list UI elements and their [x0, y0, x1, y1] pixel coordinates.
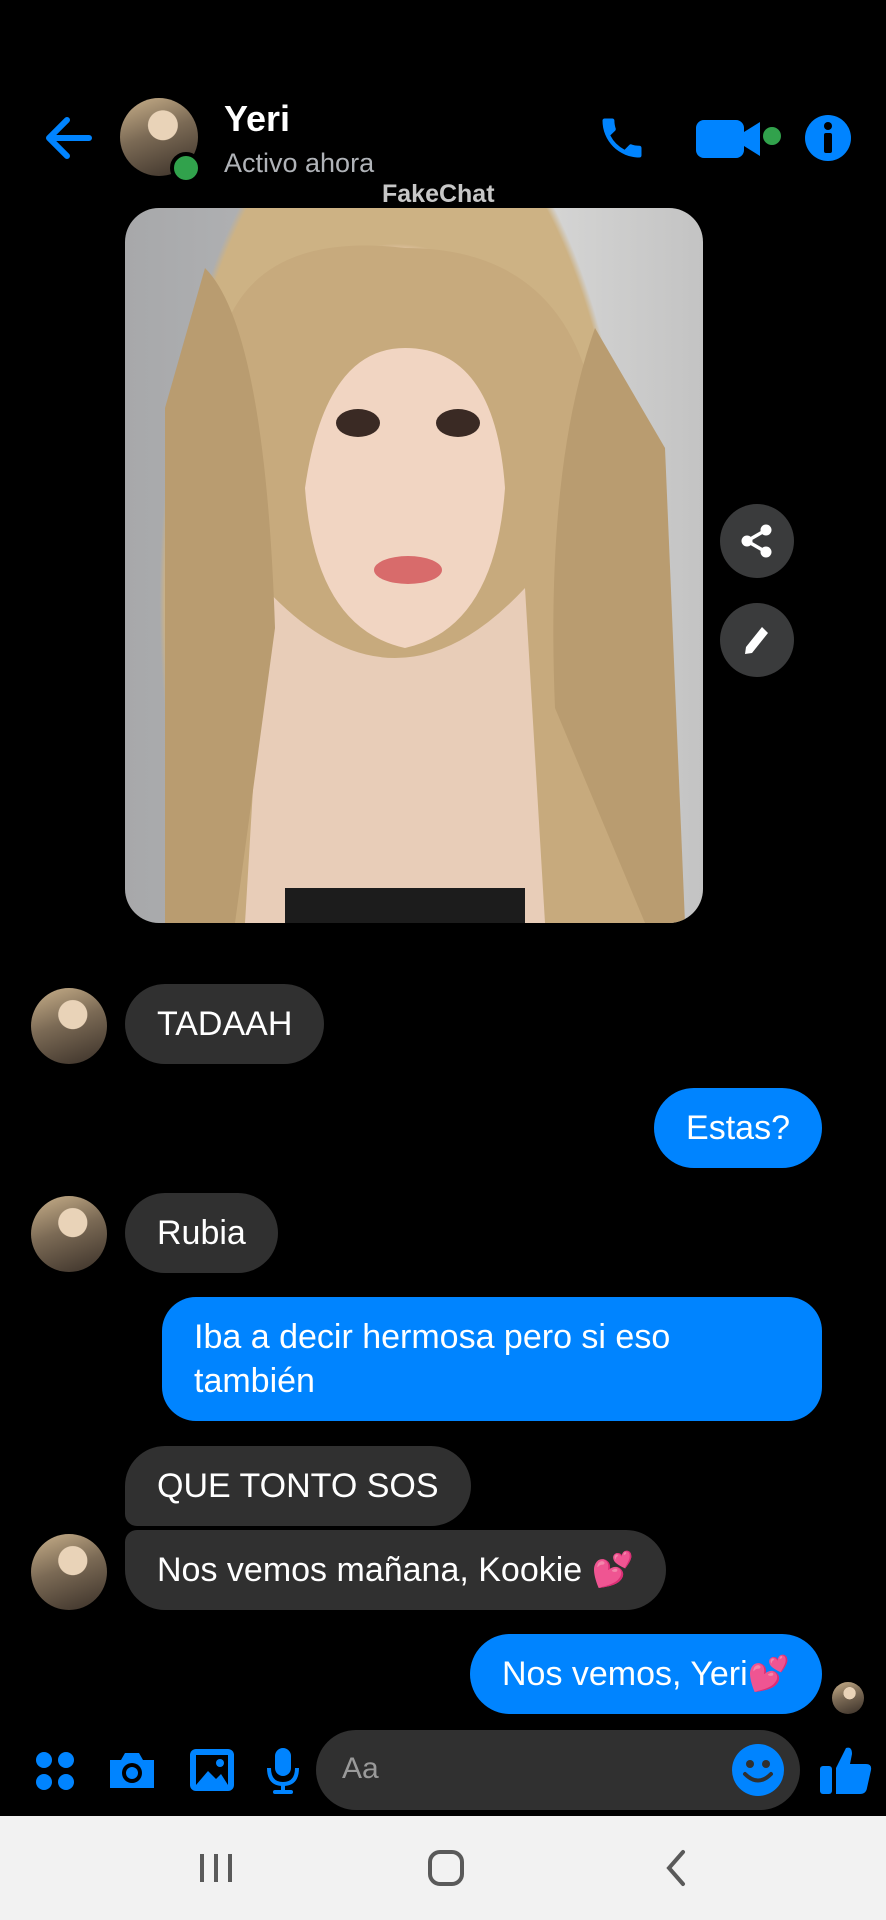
watermark: FakeChat [382, 180, 495, 208]
message-input-placeholder: Aa [342, 1752, 379, 1785]
message-bubble-incoming[interactable]: QUE TONTO SOS [125, 1446, 471, 1526]
contact-avatar-small[interactable] [31, 1534, 107, 1610]
edit-pencil-icon [745, 627, 768, 654]
read-receipt-avatar [832, 1682, 864, 1714]
share-icon [741, 524, 772, 558]
contact-name[interactable]: Yeri [224, 98, 290, 140]
emoji-button[interactable] [730, 1742, 786, 1798]
nav-back-button[interactable] [646, 1842, 706, 1894]
contact-avatar-small[interactable] [31, 1196, 107, 1272]
info-icon [805, 115, 851, 161]
message-bubble-incoming[interactable]: Nos vemos mañana, Kookie 💕 [125, 1530, 666, 1610]
contact-avatar-small[interactable] [31, 988, 107, 1064]
microphone-icon [267, 1748, 299, 1794]
gallery-button[interactable] [184, 1742, 240, 1798]
message-bubble-incoming[interactable]: Rubia [125, 1193, 278, 1273]
photo-portrait [165, 245, 685, 923]
message-bubble-outgoing[interactable]: Estas? [654, 1088, 822, 1168]
recent-apps-icon [200, 1854, 232, 1882]
emoji-icon [732, 1744, 784, 1796]
back-icon [666, 1850, 685, 1886]
camera-button[interactable] [104, 1742, 160, 1798]
home-button[interactable] [416, 1842, 476, 1894]
system-navigation-bar [0, 1816, 886, 1920]
camera-icon [110, 1753, 154, 1788]
info-button[interactable] [802, 112, 854, 164]
video-call-button[interactable] [694, 112, 784, 164]
back-button[interactable] [40, 110, 96, 166]
edit-button[interactable] [720, 603, 794, 677]
microphone-button[interactable] [258, 1742, 308, 1798]
thumbs-up-icon [820, 1747, 872, 1794]
phone-icon [602, 118, 642, 158]
voice-call-button[interactable] [592, 108, 652, 168]
message-input[interactable]: Aa [316, 1730, 800, 1810]
apps-grid-icon [36, 1752, 74, 1790]
like-button[interactable] [814, 1738, 878, 1802]
back-arrow-icon [46, 117, 92, 159]
message-bubble-outgoing[interactable]: Iba a decir hermosa pero si eso también [162, 1297, 822, 1421]
recent-apps-button[interactable] [186, 1842, 246, 1894]
video-camera-icon [696, 120, 781, 158]
home-icon [428, 1850, 464, 1886]
message-bubble-incoming[interactable]: TADAAH [125, 984, 325, 1064]
online-status-dot [170, 152, 202, 184]
shared-photo[interactable] [125, 208, 703, 923]
share-button[interactable] [720, 504, 794, 578]
contact-status: Activo ahora [224, 148, 375, 178]
message-bubble-outgoing[interactable]: Nos vemos, Yeri💕 [469, 1634, 822, 1714]
gallery-icon [190, 1749, 234, 1791]
apps-button[interactable] [28, 1744, 82, 1798]
